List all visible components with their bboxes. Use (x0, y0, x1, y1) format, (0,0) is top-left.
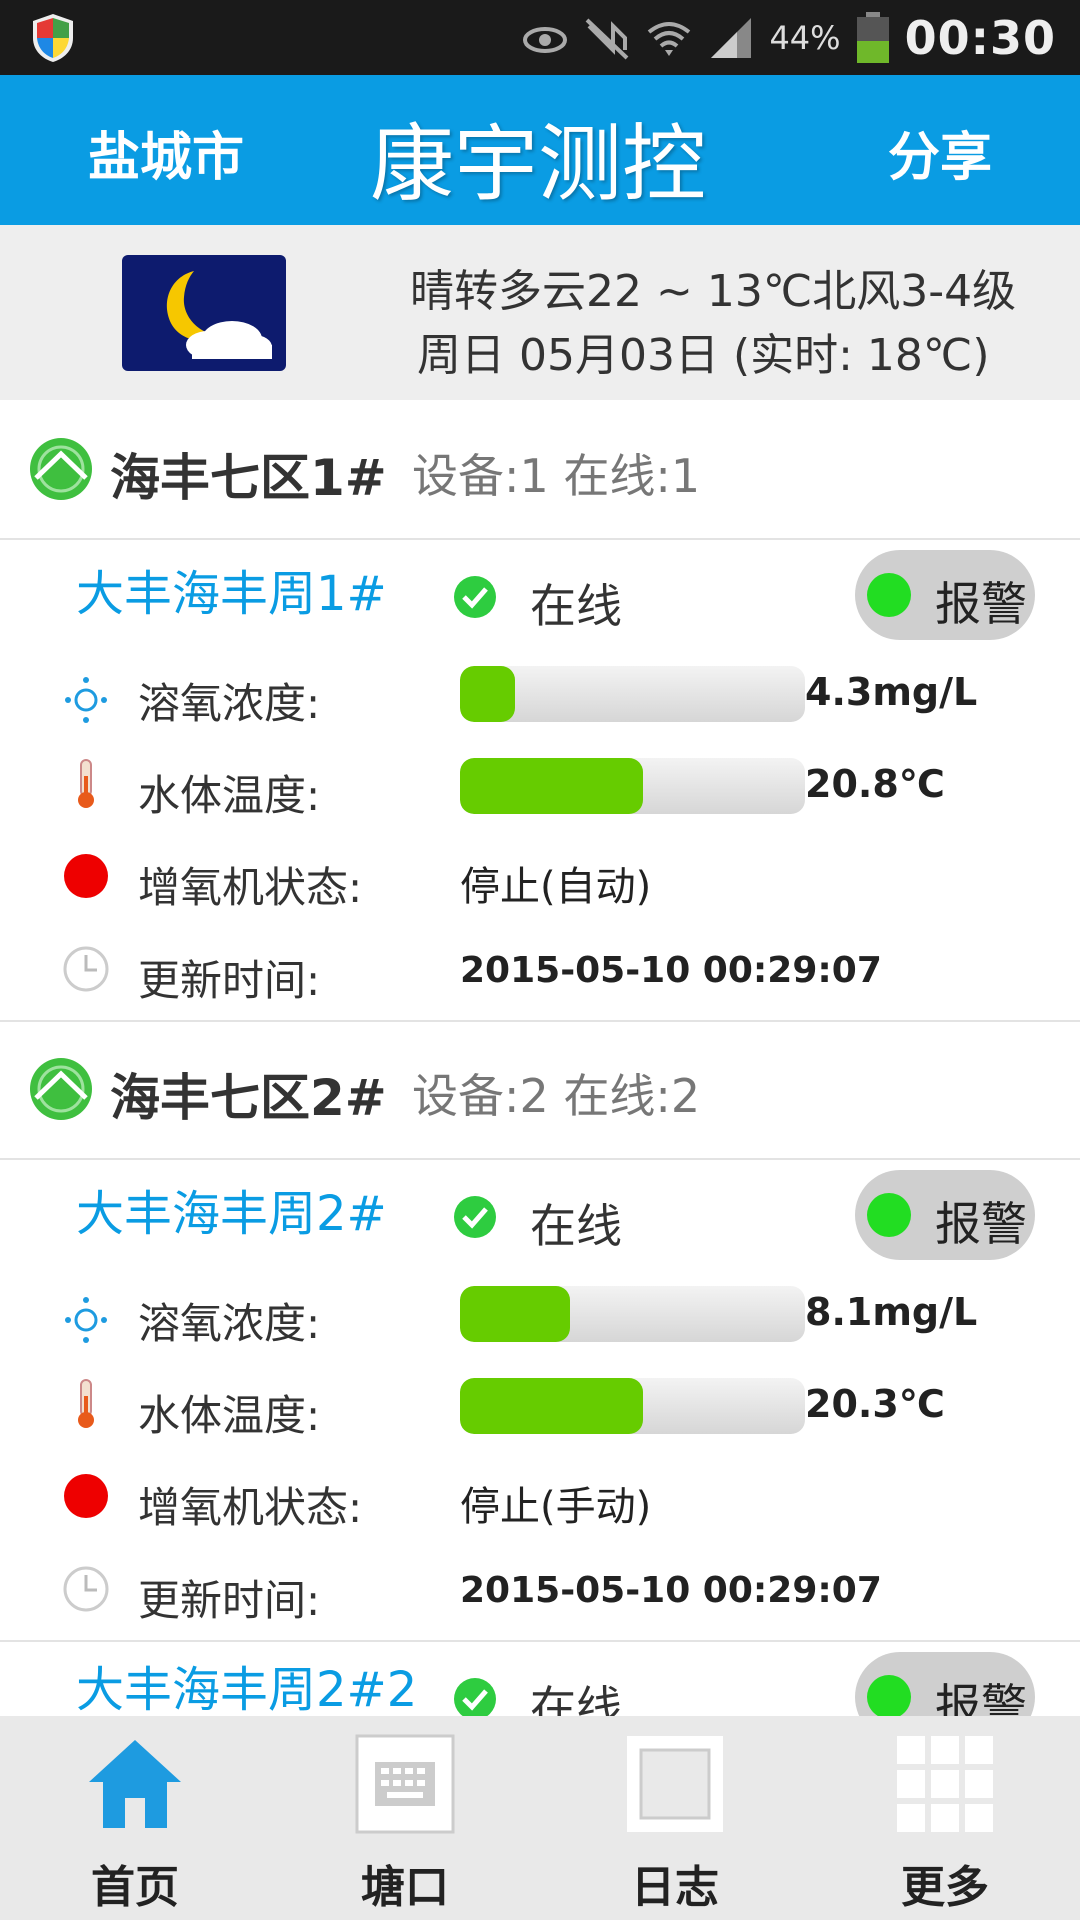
aerator-status-dot-icon (64, 1474, 108, 1518)
nav-label: 首页 (91, 1862, 179, 1913)
time-label: 更新时间: (138, 956, 321, 1005)
nav-label: 日志 (631, 1862, 719, 1913)
nav-ponds[interactable]: 塘口 (270, 1716, 540, 1920)
thermometer-icon (78, 1379, 94, 1428)
temp-value: 20.3℃ (805, 1382, 945, 1426)
group-name: 海丰七区2# (110, 1069, 387, 1127)
weather-forecast: 晴转多云22 ~ 13℃北风3-4级 (410, 266, 1017, 317)
title-bar: 盐城市 康宇测控 分享 (0, 75, 1080, 225)
alarm-button[interactable]: 报警 (855, 1170, 1035, 1260)
alarm-indicator-icon (867, 573, 911, 617)
check-icon (454, 1196, 496, 1238)
do-bar-fill (460, 1286, 571, 1342)
leaf-logo-icon (30, 438, 92, 500)
group-name: 海丰七区1# (110, 449, 387, 507)
pond-list[interactable]: 海丰七区1# 设备:1 在线:1 大丰海丰周1# 在线 报警 溶氧浓度: 4.3… (0, 400, 1080, 1716)
eye-icon (523, 26, 568, 53)
nav-more[interactable]: 更多 (810, 1716, 1080, 1920)
time-label: 更新时间: (138, 1576, 321, 1625)
device-card[interactable]: 大丰海丰周2#2 在线 报警 (0, 1642, 1080, 1716)
do-bar-fill (460, 666, 516, 722)
bottom-nav: 首页 塘口 日志 更多 (0, 1716, 1080, 1920)
alarm-indicator-icon (867, 1675, 911, 1716)
nav-label: 更多 (901, 1862, 989, 1913)
aerator-value: 停止(手动) (460, 1484, 652, 1530)
app-title: 康宇测控 (370, 115, 707, 213)
battery-icon (856, 11, 889, 63)
check-icon (454, 576, 496, 618)
do-label: 溶氧浓度: (138, 679, 321, 728)
device-name[interactable]: 大丰海丰周2#2 (76, 1650, 417, 1716)
device-name[interactable]: 大丰海丰周1# (76, 554, 387, 624)
thermometer-icon (78, 759, 94, 808)
alarm-indicator-icon (867, 1193, 911, 1237)
device-name[interactable]: 大丰海丰周2# (76, 1174, 387, 1244)
wifi-icon (648, 21, 691, 56)
shield-icon (33, 14, 73, 62)
alarm-label: 报警 (935, 1679, 1027, 1716)
do-progress-bar (460, 1286, 805, 1342)
device-card[interactable]: 大丰海丰周1# 在线 报警 溶氧浓度: 4.3mg/L 水体温度: 20.8℃ … (0, 540, 1080, 1022)
temp-label: 水体温度: (138, 1391, 321, 1440)
online-status: 在线 (530, 579, 622, 633)
aerator-label: 增氧机状态: (138, 1483, 363, 1532)
alarm-button[interactable]: 报警 (855, 1652, 1035, 1716)
clock-icon (63, 946, 109, 992)
device-card[interactable]: 大丰海丰周2# 在线 报警 溶氧浓度: 8.1mg/L 水体温度: 20.3℃ … (0, 1160, 1080, 1642)
oxygen-icon (65, 677, 107, 723)
log-icon (627, 1736, 723, 1832)
temp-label: 水体温度: (138, 771, 321, 820)
oxygen-icon (65, 1297, 107, 1343)
temp-bar-fill (460, 758, 643, 814)
temp-progress-bar (460, 1378, 805, 1434)
check-icon (454, 1678, 496, 1716)
alarm-label: 报警 (935, 1197, 1027, 1251)
do-value: 8.1mg/L (805, 1290, 978, 1334)
group-header[interactable]: 海丰七区1# 设备:1 在线:1 (0, 400, 1080, 540)
nav-home[interactable]: 首页 (0, 1716, 270, 1920)
do-label: 溶氧浓度: (138, 1299, 321, 1348)
share-button[interactable]: 分享 (888, 115, 992, 190)
home-icon (89, 1740, 181, 1828)
nfc-mute-icon (586, 18, 629, 59)
keyboard-icon (355, 1734, 455, 1834)
status-bar: 44% 00:30 (0, 0, 1080, 75)
do-progress-bar (460, 666, 805, 722)
aerator-status-dot-icon (64, 854, 108, 898)
moon-cloud-icon (122, 255, 286, 371)
city-selector[interactable]: 盐城市 (88, 115, 244, 190)
online-status: 在线 (530, 1681, 622, 1716)
online-status: 在线 (530, 1199, 622, 1253)
group-stats: 设备:1 在线:1 (412, 449, 701, 503)
temp-bar-fill (460, 1378, 643, 1434)
group-header[interactable]: 海丰七区2# 设备:2 在线:2 (0, 1020, 1080, 1160)
clock: 00:30 (904, 10, 1056, 65)
alarm-label: 报警 (935, 577, 1027, 631)
clock-icon (63, 1566, 109, 1612)
alarm-button[interactable]: 报警 (855, 550, 1035, 640)
aerator-value: 停止(自动) (460, 864, 652, 910)
temp-progress-bar (460, 758, 805, 814)
nav-log[interactable]: 日志 (540, 1716, 810, 1920)
nav-label: 塘口 (361, 1862, 449, 1913)
battery-percent: 44% (769, 18, 841, 57)
leaf-logo-icon (30, 1058, 92, 1120)
update-time: 2015-05-10 00:29:07 (460, 950, 882, 991)
update-time: 2015-05-10 00:29:07 (460, 1570, 882, 1611)
do-value: 4.3mg/L (805, 670, 978, 714)
weather-date: 周日 05月03日 (实时: 18℃) (417, 330, 990, 381)
signal-icon (711, 17, 752, 58)
group-stats: 设备:2 在线:2 (412, 1069, 701, 1123)
aerator-label: 增氧机状态: (138, 863, 363, 912)
weather-panel: 晴转多云22 ~ 13℃北风3-4级 周日 05月03日 (实时: 18℃) (0, 225, 1080, 400)
grid-icon (897, 1736, 993, 1832)
temp-value: 20.8℃ (805, 762, 945, 806)
